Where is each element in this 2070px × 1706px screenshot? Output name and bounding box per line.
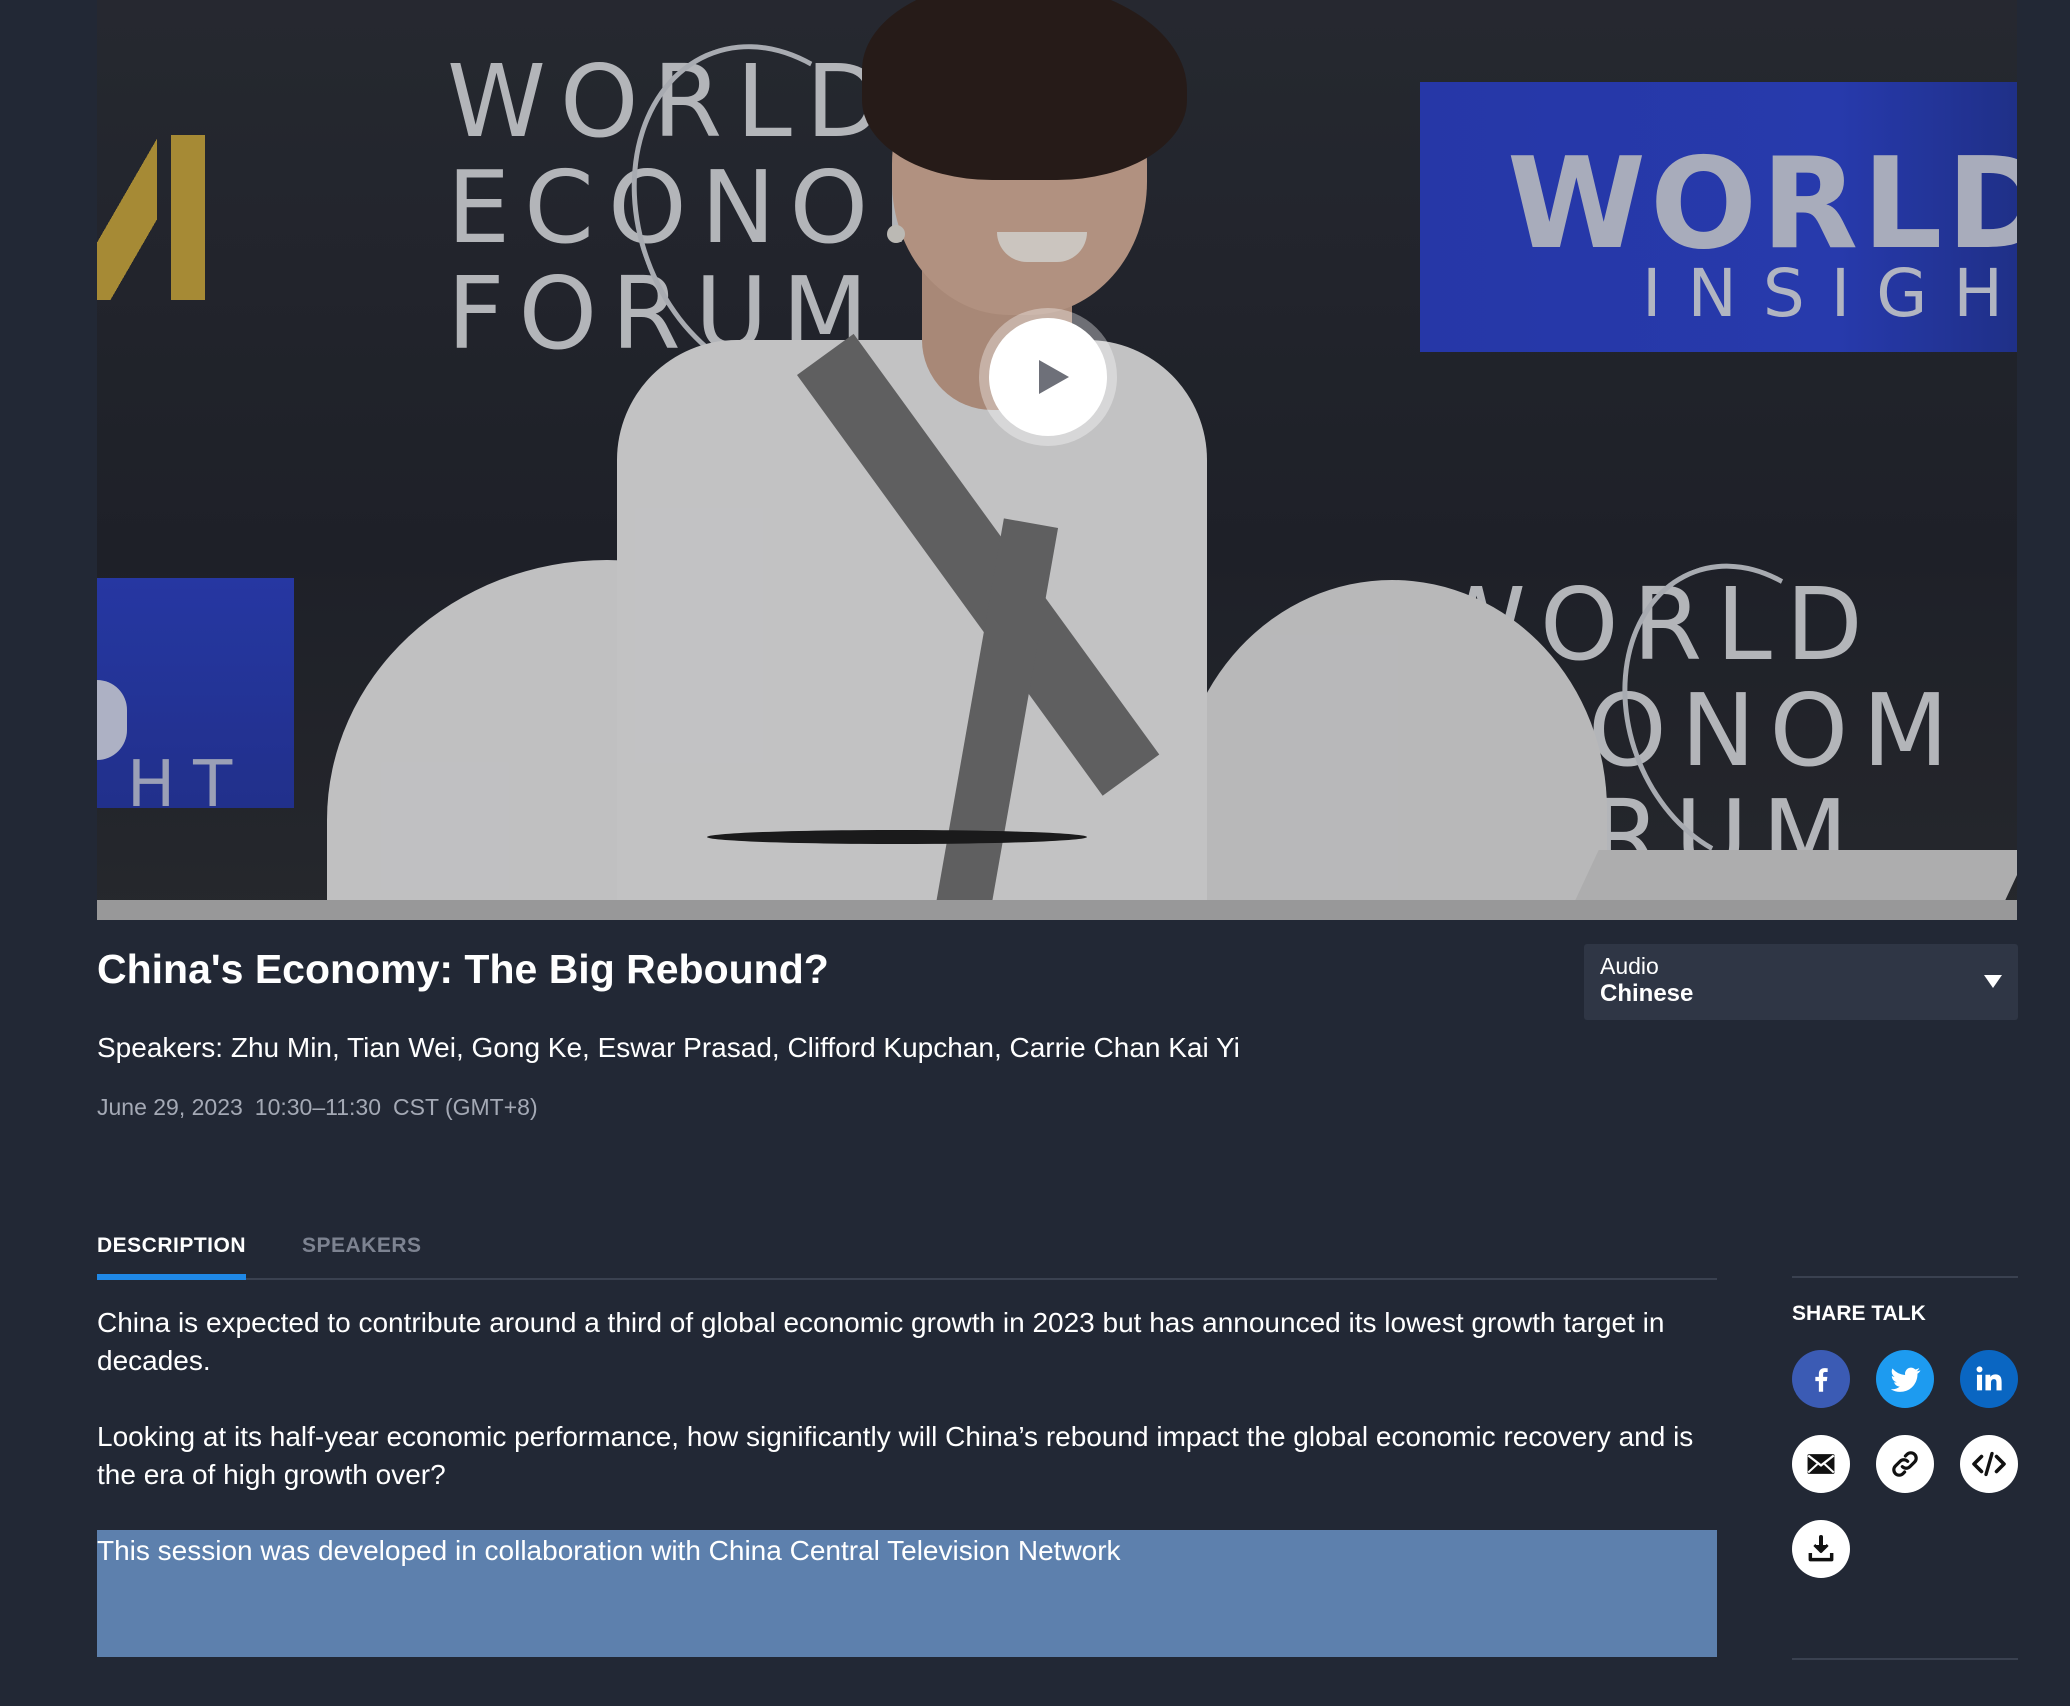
- facebook-icon: [1815, 1368, 1828, 1392]
- share-facebook-button[interactable]: [1792, 1350, 1850, 1408]
- caret-down-icon: [1984, 975, 2002, 988]
- share-linkedin-button[interactable]: [1960, 1350, 2018, 1408]
- linkedin-icon: [1976, 1366, 2002, 1391]
- date-line: June 29, 2023 10:30–11:30 CST (GMT+8): [97, 1094, 550, 1121]
- content-tabs: DESCRIPTION SPEAKERS: [97, 1220, 1717, 1280]
- talk-title: China's Economy: The Big Rebound?: [97, 946, 829, 992]
- download-button[interactable]: [1792, 1520, 1850, 1578]
- talk-timezone: CST (GMT+8): [393, 1094, 538, 1120]
- download-icon: [1808, 1535, 1834, 1562]
- audio-language-select[interactable]: Audio Chinese: [1584, 944, 2018, 1020]
- description-paragraph: China is expected to contribute around a…: [97, 1307, 1665, 1376]
- play-button[interactable]: [989, 318, 1107, 436]
- talk-date: June 29, 2023: [97, 1094, 243, 1120]
- tab-description[interactable]: DESCRIPTION: [97, 1234, 247, 1280]
- copy-link-button[interactable]: [1876, 1435, 1934, 1493]
- share-twitter-button[interactable]: [1876, 1350, 1934, 1408]
- audio-select-label: Audio: [1600, 953, 1659, 979]
- share-title: SHARE TALK: [1792, 1302, 1926, 1325]
- video-overlay: [97, 0, 2017, 920]
- description-paragraph: Looking at its half-year economic perfor…: [97, 1421, 1694, 1490]
- twitter-icon: [1890, 1367, 1921, 1392]
- video-player[interactable]: WORLD ECONOMIC FORUM WORLD INSIGHT HT WO…: [97, 0, 2017, 920]
- embed-code-icon: [1972, 1451, 2006, 1477]
- share-panel: SHARE TALK: [1792, 1276, 2018, 1660]
- audio-select-value: Chinese: [1600, 980, 1694, 1007]
- link-icon: [1892, 1451, 1918, 1477]
- share-email-button[interactable]: [1792, 1435, 1850, 1493]
- embed-code-button[interactable]: [1960, 1435, 2018, 1493]
- talk-time: 10:30–11:30: [254, 1094, 381, 1120]
- speakers-line: Speakers: Zhu Min, Tian Wei, Gong Ke, Es…: [97, 1032, 1240, 1063]
- description-paragraph-selected: This session was developed in collaborat…: [97, 1535, 1121, 1566]
- tab-speakers[interactable]: SPEAKERS: [302, 1234, 422, 1274]
- email-icon: [1807, 1454, 1835, 1474]
